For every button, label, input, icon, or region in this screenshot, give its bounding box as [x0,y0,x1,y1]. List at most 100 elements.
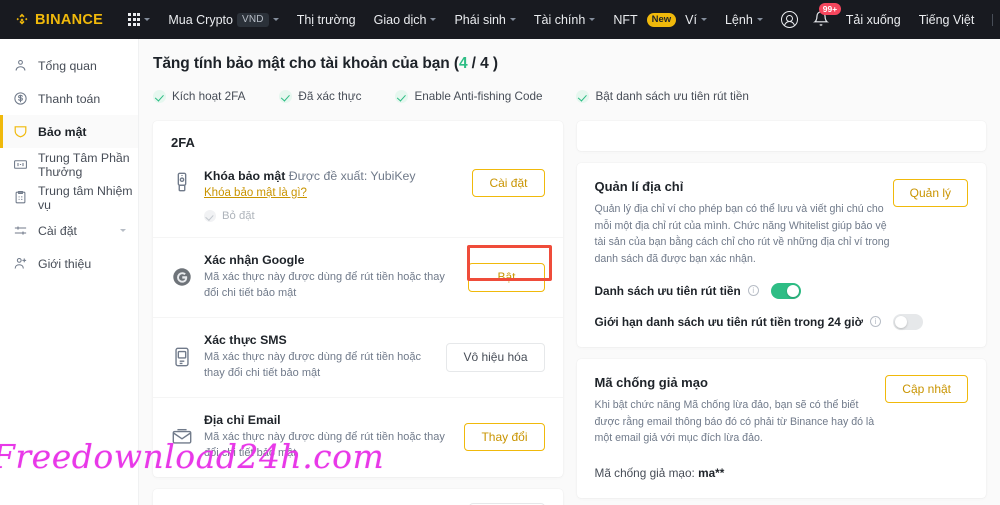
nav-wallet[interactable]: Ví [685,0,716,39]
nav-giao-dich[interactable]: Giao dịch [365,0,446,39]
checklist-label: Enable Anti-fishing Code [414,90,543,103]
security-key-name: Khóa bảo mật [204,169,286,183]
device-management-card: Quản lí thiết bị Quản lý [153,488,563,505]
security-key-row: Khóa bảo mật Được đề xuất: YubiKey Khóa … [153,154,563,238]
sidebar-item-label: Cài đặt [38,223,77,238]
nav-thi-truong[interactable]: Thị trường [288,0,365,39]
sms-auth-disable-button[interactable]: Vô hiệu hóa [446,343,545,372]
chevron-down-icon [589,18,596,21]
nav-mua-crypto[interactable]: Mua Crypto VND [159,0,287,39]
sms-auth-title: Xác thực SMS [204,332,287,347]
nav-orders[interactable]: Lệnh [716,0,772,39]
page-title: Tăng tính bảo mật cho tài khoản của bạn … [153,55,986,73]
google-auth-body: Xác nhận Google Mã xác thực này được dùn… [204,253,454,302]
twofa-section-title: 2FA [171,135,195,150]
chevron-down-icon [509,18,516,21]
page-title-prefix: Tăng tính bảo mật cho tài khoản của bạn … [153,55,459,72]
sidebar-item-label: Giới thiệu [38,256,92,271]
address-management-card: Quản lí địa chỉ Quản lý địa chỉ ví cho p… [576,163,986,347]
sidebar-item-gioi-thieu[interactable]: Giới thiệu [0,247,138,280]
sidebar-item-thanh-toan[interactable]: Thanh toán [0,82,138,115]
google-auth-action: Bật [468,263,545,292]
google-auth-title: Xác nhận Google [204,253,305,267]
check-circle-icon [204,210,216,222]
placeholder-card [576,121,986,151]
security-key-body: Khóa bảo mật Được đề xuất: YubiKey Khóa … [204,169,458,222]
sidebar-item-label: Tổng quan [38,58,97,73]
check-circle-icon [576,90,590,103]
header-divider [992,13,994,26]
antiphishing-code-line: Mã chống giả mạo: ma** [595,466,969,480]
main-content: Tăng tính bảo mật cho tài khoản của bạn … [139,39,1000,505]
checklist-item-antiphishing: Enable Anti-fishing Code [395,90,542,103]
checklist-item-whitelist: Bật danh sách ưu tiên rút tiền [576,90,749,103]
email-change-button[interactable]: Thay đổi [464,422,545,452]
apps-grid-menu[interactable] [119,0,159,39]
binance-diamond-icon [16,13,28,25]
email-action: Thay đổi [464,422,545,452]
nav-tai-chinh[interactable]: Tài chính [525,0,604,39]
sidebar-item-trung-tam-phan-thuong[interactable]: Trung Tâm Phần Thưởng [0,148,138,181]
checklist-label: Bật danh sách ưu tiên rút tiền [595,90,749,103]
page-title-sep: / [467,55,481,72]
left-column: 2FA Khóa bảo mật Được đề xuất: YubiKey K… [153,121,563,505]
nav-label: Tải xuống [845,12,901,27]
sidebar: Tổng quan Thanh toán Bảo mật Trung Tâm P… [0,39,139,505]
sidebar-item-label: Thanh toán [38,91,101,106]
header-right-cluster: Ví Lệnh 99+ Tải xuống Tiếng Việt USD [685,0,1000,39]
sidebar-item-label: Bảo mật [38,124,87,139]
info-icon[interactable]: i [747,285,759,297]
what-is-security-key-link[interactable]: Khóa bảo mật là gì? [204,187,307,199]
antiphishing-desc: Khi bật chức năng Mã chống lừa đảo, bạn … [594,398,875,445]
whitelist-24h-toggle[interactable] [892,313,923,330]
antiphishing-body: Mã chống giả mạo Khi bật chức năng Mã ch… [577,359,987,498]
currency-pill[interactable]: VND [236,12,269,27]
checklist-item-2fa: Kích hoạt 2FA [153,90,245,103]
sms-auth-action: Vô hiệu hóa [446,343,545,372]
whitelist-toggle[interactable] [770,282,801,299]
nav-download[interactable]: Tải xuống [837,0,910,39]
antiphishing-update-button[interactable]: Cập nhật [885,374,968,404]
nav-nft[interactable]: NFT New [604,0,685,39]
google-auth-row: Xác nhận Google Mã xác thực này được dùn… [153,238,563,318]
sidebar-item-trung-tam-nhiem-vu[interactable]: Trung tâm Nhiệm vụ [0,181,138,214]
chevron-down-icon [430,18,437,21]
checklist-item-verified: Đã xác thực [279,90,361,103]
info-icon[interactable]: i [869,316,881,328]
security-key-setup-button[interactable]: Cài đặt [472,169,545,198]
antiphishing-code-label: Mã chống giả mạo: [594,466,699,481]
email-row: Địa chỉ Email Mã xác thực này được dùng … [153,398,563,477]
email-desc: Mã xác thực này được dùng để rút tiền ho… [204,430,445,459]
user-circle-icon[interactable] [780,11,798,28]
sidebar-item-label: Trung tâm Nhiệm vụ [38,183,133,212]
nav-label: Ví [685,12,697,27]
sidebar-item-cai-dat[interactable]: Cài đặt [0,214,138,247]
notification-count-badge: 99+ [818,2,842,16]
twofa-card: 2FA Khóa bảo mật Được đề xuất: YubiKey K… [153,121,563,477]
grid-apps-icon [128,13,141,26]
whitelist-toggle-label: Danh sách ưu tiên rút tiền [594,283,741,298]
antiphishing-card: Mã chống giả mạo Khi bật chức năng Mã ch… [576,358,987,499]
brand-name: BINANCE [35,11,104,28]
sidebar-item-tong-quan[interactable]: Tổng quan [0,49,138,82]
content-columns: 2FA Khóa bảo mật Được đề xuất: YubiKey K… [153,121,986,505]
nav-label: Mua Crypto [168,12,233,27]
google-auth-icon [173,268,191,287]
google-auth-desc: Mã xác thực này được dùng để rút tiền ho… [204,271,445,299]
check-circle-icon [153,90,166,103]
check-circle-icon [279,90,293,103]
right-column: Quản lí địa chỉ Quản lý địa chỉ ví cho p… [576,121,987,505]
google-auth-enable-button[interactable]: Bật [468,263,545,292]
security-checklist: Kích hoạt 2FA Đã xác thực Enable Anti-fi… [153,90,986,103]
antiphishing-title: Mã chống giả mạo [594,374,708,390]
antiphishing-texts: Mã chống giả mạo Khi bật chức năng Mã ch… [595,375,886,447]
sidebar-item-bao-mat[interactable]: Bảo mật [0,115,138,148]
chevron-down-icon [120,229,126,232]
nav-language[interactable]: Tiếng Việt [910,0,984,39]
notifications-button[interactable]: 99+ [810,2,842,30]
binance-logo[interactable]: BINANCE [14,12,103,28]
address-management-button[interactable]: Quản lý [892,179,968,208]
security-key-icon [177,172,187,192]
check-circle-icon [395,90,409,103]
nav-phai-sinh[interactable]: Phái sinh [445,0,524,39]
